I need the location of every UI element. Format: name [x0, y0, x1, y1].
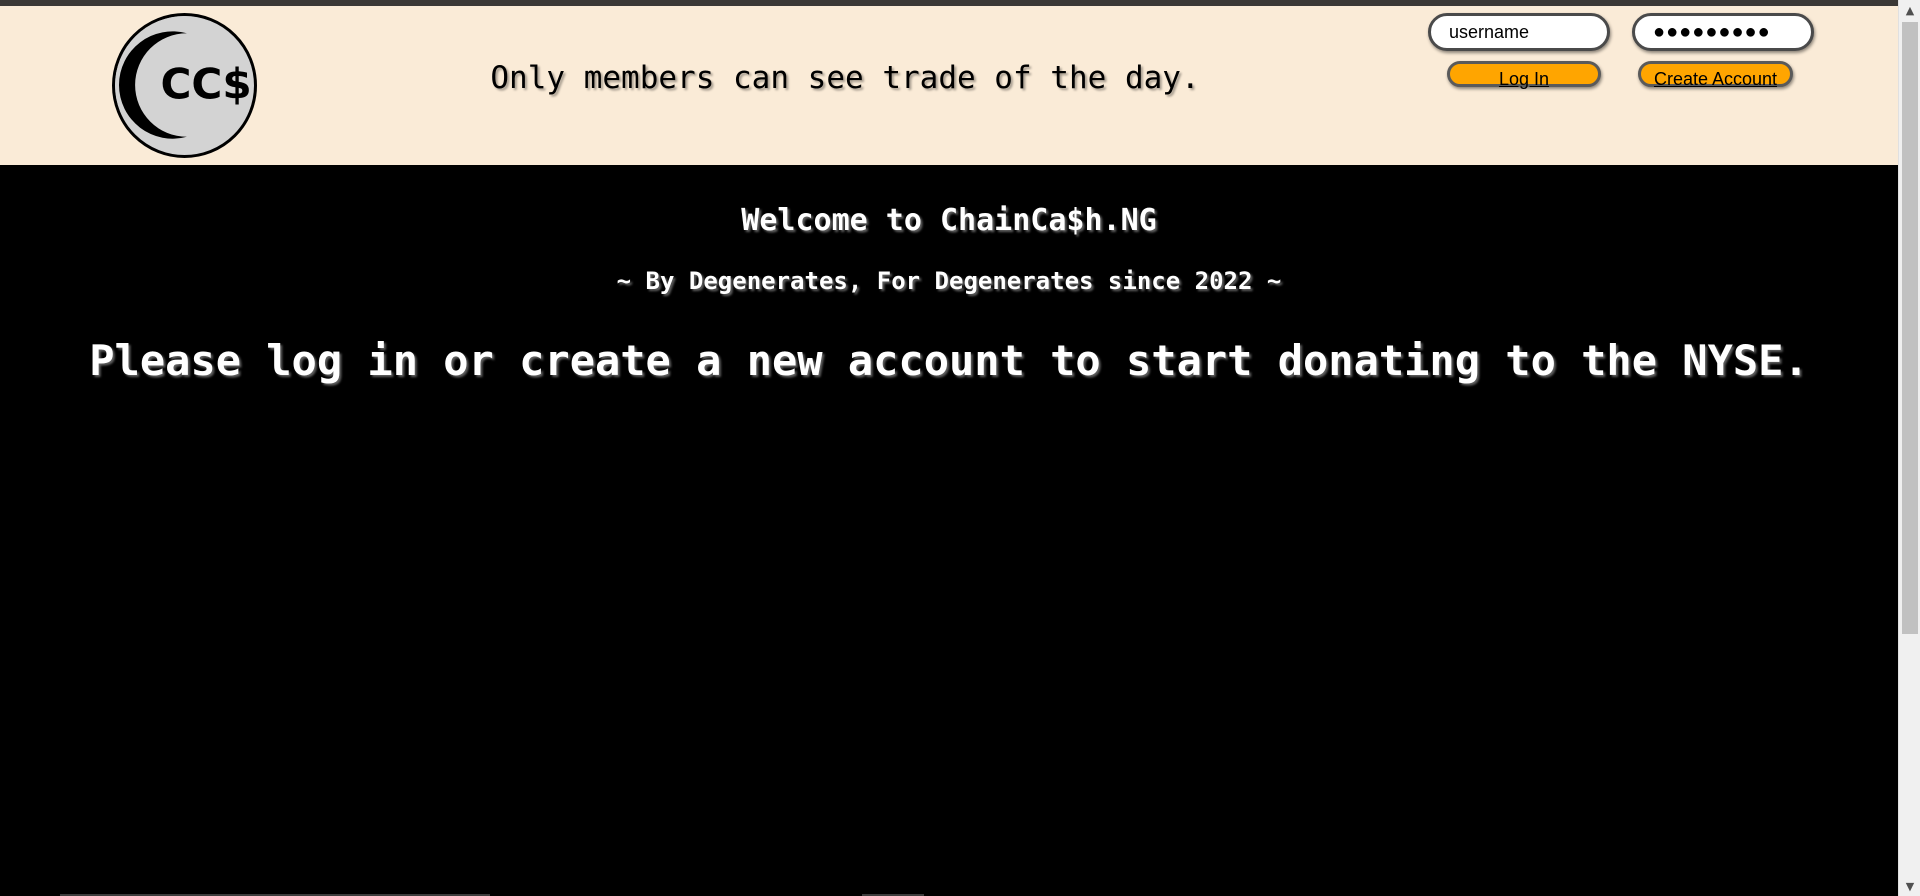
logo-text: CC$ [160, 59, 251, 108]
scrollbar-thumb[interactable] [1902, 22, 1918, 634]
vertical-scrollbar[interactable]: ▲ ▼ [1898, 0, 1920, 896]
login-prompt: Please log in or create a new account to… [89, 336, 1809, 385]
header-tagline: Only members can see trade of the day. [490, 60, 1200, 96]
site-logo[interactable]: CC$ [112, 13, 257, 158]
create-account-button[interactable]: Create Account [1638, 61, 1793, 89]
site-header: CC$ Only members can see trade of the da… [0, 6, 1898, 165]
crescent-moon-icon: CC$ [115, 16, 254, 155]
chevron-down-icon[interactable]: ▼ [1899, 876, 1920, 896]
password-input[interactable] [1632, 13, 1814, 51]
username-input[interactable] [1428, 13, 1610, 51]
login-button[interactable]: Log In [1447, 61, 1601, 89]
welcome-subtitle: ~ By Degenerates, For Degenerates since … [616, 267, 1282, 295]
chevron-up-icon[interactable]: ▲ [1899, 0, 1920, 20]
welcome-heading: Welcome to ChainCa$h.NG [741, 203, 1157, 238]
